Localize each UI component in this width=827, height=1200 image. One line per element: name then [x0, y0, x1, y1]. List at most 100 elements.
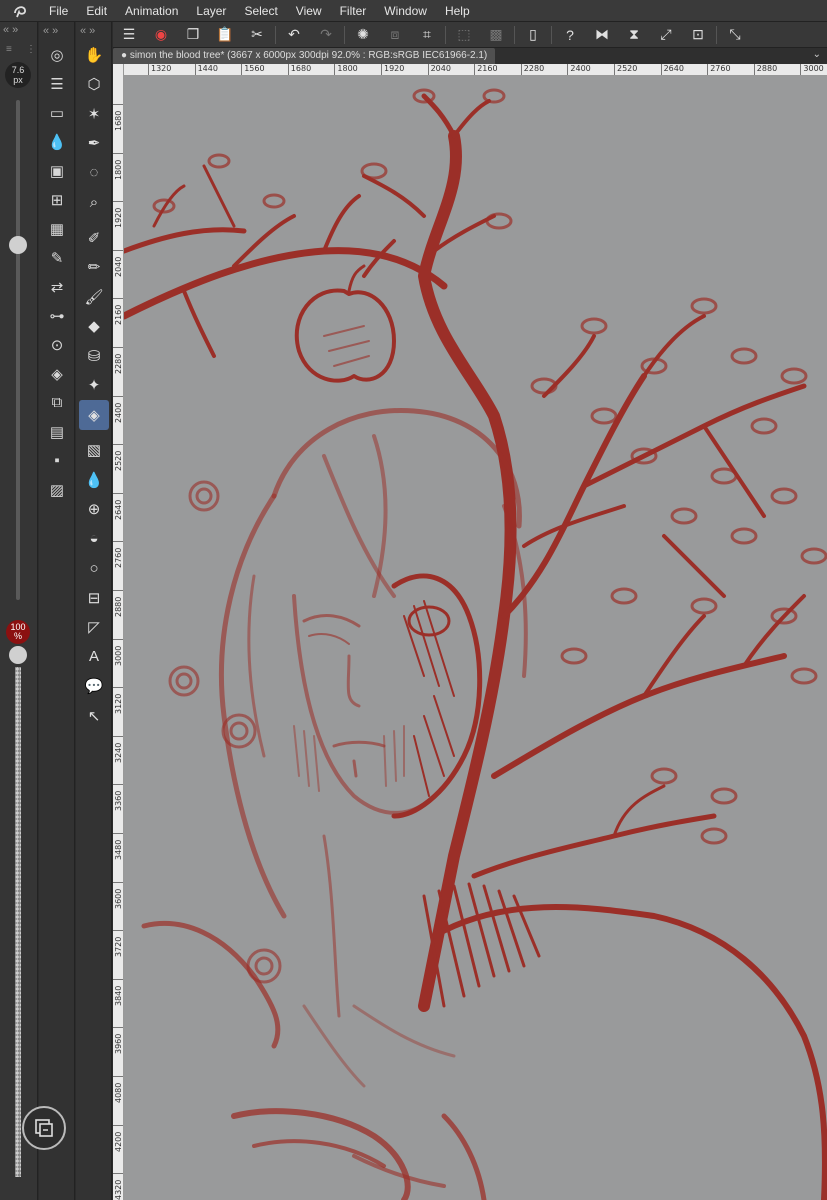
menu-help[interactable]: Help — [436, 0, 479, 22]
redo-icon[interactable]: ↷ — [310, 22, 342, 48]
ruler-tick-v: 3720 — [113, 930, 123, 979]
menu-select[interactable]: Select — [235, 0, 286, 22]
circle-icon[interactable]: ○ — [76, 554, 112, 584]
canvas-icon[interactable]: ▤ — [39, 417, 75, 446]
menu-file[interactable]: File — [40, 0, 77, 22]
frame-icon[interactable]: ⊟ — [76, 583, 112, 613]
sub-tool-detail-icon[interactable]: ☰ — [39, 69, 75, 98]
fit-icon[interactable]: ⤢ — [650, 22, 682, 48]
ruler-icon[interactable]: ◸ — [76, 613, 112, 643]
zoom-icon[interactable]: ⌕ — [76, 188, 112, 218]
menu-window[interactable]: Window — [375, 0, 436, 22]
eyedropper-icon[interactable]: ✒ — [76, 129, 112, 159]
gradient-icon[interactable]: ▧ — [76, 436, 112, 466]
menu-filter[interactable]: Filter — [331, 0, 376, 22]
blend-icon[interactable]: 💧 — [76, 465, 112, 495]
layers-stack-icon[interactable]: ◈ — [39, 359, 75, 388]
eraser-icon[interactable]: ◈ — [79, 400, 109, 430]
ruler-tick-h: 2040 — [427, 64, 451, 75]
help-icon[interactable]: ? — [554, 22, 586, 48]
transform-icon[interactable]: ⧈ — [379, 22, 411, 48]
horizontal-ruler: 1320 1440 1560 1680 1800 1920 2040 2160 2280 2400… — [124, 64, 827, 76]
adjust-icon[interactable]: ⊶ — [39, 301, 75, 330]
text-icon[interactable]: A — [76, 642, 112, 672]
copy-icon[interactable]: ❐ — [177, 22, 209, 48]
fill-icon[interactable]: ◒ — [76, 524, 112, 554]
panel-grip-icon[interactable]: ≡ — [6, 44, 12, 55]
opacity-slider-handle[interactable] — [9, 646, 27, 664]
ruler-tick-v: 2400 — [113, 395, 123, 445]
tab-list-chevron-icon[interactable]: ⌄ — [813, 49, 821, 60]
ruler-tick-h: 2160 — [474, 64, 498, 75]
menu-edit[interactable]: Edit — [77, 0, 116, 22]
save-icon[interactable]: ▪ — [39, 446, 75, 475]
color-wheel-icon[interactable]: 💧 — [39, 127, 75, 156]
image-icon[interactable]: ▨ — [39, 475, 75, 504]
transparent-color-toggle[interactable] — [22, 1106, 66, 1150]
select-all-icon[interactable]: ▩ — [480, 22, 512, 48]
menu-view[interactable]: View — [287, 0, 331, 22]
tool-palette-header[interactable]: « » — [76, 22, 111, 40]
correct-line-icon[interactable]: ↖ — [76, 701, 112, 731]
ruler-tick-v: 2760 — [113, 541, 123, 590]
marker-icon[interactable]: ◆ — [76, 312, 112, 342]
flip-v-icon[interactable]: ⧗ — [618, 22, 650, 48]
panel-column-collapse[interactable]: « » — [43, 22, 58, 40]
history-icon[interactable]: ⇄ — [39, 272, 75, 301]
tool-palette-collapse[interactable]: « » — [80, 22, 95, 40]
brush-size-slider-track[interactable] — [16, 100, 20, 600]
loading-icon[interactable]: ✺ — [347, 22, 379, 48]
brush-size-badge[interactable]: 7.6 px — [5, 62, 31, 88]
ruler-tick-h: 1560 — [241, 64, 265, 75]
brush-size-slider-handle[interactable] — [9, 236, 27, 254]
brush-icon[interactable]: 🖌 — [76, 282, 112, 312]
ruler-tick-v: 3360 — [113, 784, 123, 833]
airbrush-icon[interactable]: ⛁ — [76, 341, 112, 371]
opacity-badge[interactable]: 100 % — [6, 620, 30, 644]
cut-icon[interactable]: ✂ — [241, 22, 273, 48]
menu-animation[interactable]: Animation — [116, 0, 187, 22]
menu-icon[interactable]: ☰ — [113, 22, 145, 48]
flip-h-icon[interactable]: ⧓ — [586, 22, 618, 48]
clip-studio-icon[interactable]: ◉ — [145, 22, 177, 48]
device-icon[interactable]: ▯ — [517, 22, 549, 48]
magic-wand-icon[interactable]: ✶ — [76, 99, 112, 129]
ruler-tick-h: 1800 — [334, 64, 358, 75]
drawing-canvas[interactable] — [124, 76, 827, 1200]
hand-icon[interactable]: ✋ — [76, 40, 112, 70]
pencil-icon[interactable]: ✏ — [76, 253, 112, 283]
rotate-icon[interactable]: ⬡ — [76, 70, 112, 100]
color-swap-icon — [35, 1119, 53, 1137]
opacity-slider-track[interactable] — [15, 667, 21, 1177]
pen-icon[interactable]: ✐ — [76, 223, 112, 253]
document-tab[interactable]: ● simon the blood tree* (3667 x 6000px 3… — [113, 48, 496, 64]
undo-icon[interactable]: ↶ — [278, 22, 310, 48]
balloon-icon[interactable]: 💬 — [76, 672, 112, 702]
grid-icon[interactable]: ⊕ — [76, 495, 112, 525]
navigator-icon[interactable]: ◎ — [39, 40, 75, 69]
clip-studio-logo-icon[interactable] — [0, 0, 40, 22]
layer-property-icon[interactable]: ▭ — [39, 98, 75, 127]
ruler-tick-v: 4320 — [113, 1173, 123, 1200]
panel-menu-icon[interactable]: ⋮ — [26, 44, 36, 55]
crop-icon[interactable]: ⌗ — [411, 22, 443, 48]
brush-settings-icon[interactable]: ✎ — [39, 243, 75, 272]
crop-canvas-icon[interactable]: ⊡ — [682, 22, 714, 48]
lasso-icon[interactable]: ◌ — [76, 158, 112, 188]
brush-size-opacity-strip: « » ≡ ⋮ 7.6 px 100 % — [0, 22, 38, 1200]
material-icon[interactable]: ⊞ — [39, 185, 75, 214]
collapse-toggle[interactable]: « » — [3, 24, 18, 36]
ruler-tick-v: 2880 — [113, 590, 123, 639]
sparkle-icon[interactable]: ✦ — [76, 371, 112, 401]
panel-column-header[interactable]: « » — [39, 22, 74, 40]
paste-icon[interactable]: 📋 — [209, 22, 241, 48]
layer-icon[interactable]: ▣ — [39, 156, 75, 185]
search-layer-icon[interactable]: ⊙ — [39, 330, 75, 359]
auto-action-icon[interactable]: ⧉ — [39, 388, 75, 417]
expand-icon[interactable]: ⤡ — [719, 22, 751, 48]
deselect-icon[interactable]: ⬚ — [448, 22, 480, 48]
menu-layer[interactable]: Layer — [187, 0, 235, 22]
ruler-tick-v: 2040 — [113, 249, 123, 299]
document-tab-bar: ● simon the blood tree* (3667 x 6000px 3… — [113, 48, 827, 64]
color-set-icon[interactable]: ▦ — [39, 214, 75, 243]
